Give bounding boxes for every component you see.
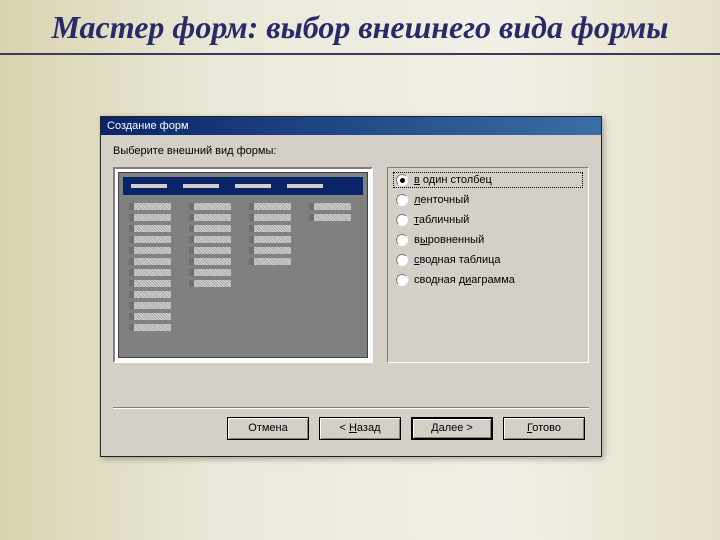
option-label: выровненный bbox=[414, 234, 484, 246]
form-wizard-dialog: Создание форм Выберите внешний вид формы… bbox=[100, 116, 602, 457]
option-label: ленточный bbox=[414, 194, 469, 206]
option-datasheet[interactable]: табличный bbox=[396, 214, 580, 226]
radio-icon bbox=[396, 254, 408, 266]
option-label: сводная таблица bbox=[414, 254, 501, 266]
title-rule bbox=[0, 53, 720, 55]
radio-icon bbox=[396, 214, 408, 226]
next-button[interactable]: Далее > bbox=[411, 417, 493, 440]
radio-icon bbox=[396, 274, 408, 286]
wizard-button-row: Отмена < Назад Далее > Готово bbox=[113, 417, 589, 450]
button-separator bbox=[113, 407, 589, 409]
option-label: в один столбец bbox=[414, 174, 492, 186]
radio-icon bbox=[396, 174, 408, 186]
layout-options-group: в один столбец ленточный табличный выров… bbox=[387, 167, 589, 363]
option-single-column[interactable]: в один столбец bbox=[393, 172, 583, 188]
slide-title: Мастер форм: выбор внешнего вида формы bbox=[0, 0, 720, 53]
option-label: табличный bbox=[414, 214, 469, 226]
cancel-button[interactable]: Отмена bbox=[227, 417, 309, 440]
option-pivot-chart[interactable]: сводная диаграмма bbox=[396, 274, 580, 286]
radio-icon bbox=[396, 194, 408, 206]
option-tabular-band[interactable]: ленточный bbox=[396, 194, 580, 206]
finish-button[interactable]: Готово bbox=[503, 417, 585, 440]
option-justified[interactable]: выровненный bbox=[396, 234, 580, 246]
option-label: сводная диаграмма bbox=[414, 274, 515, 286]
dialog-titlebar: Создание форм bbox=[101, 117, 601, 135]
dialog-body: Выберите внешний вид формы: bbox=[101, 135, 601, 456]
back-button[interactable]: < Назад bbox=[319, 417, 401, 440]
radio-icon bbox=[396, 234, 408, 246]
instruction-text: Выберите внешний вид формы: bbox=[113, 145, 589, 157]
layout-preview bbox=[113, 167, 373, 363]
option-pivot-table[interactable]: сводная таблица bbox=[396, 254, 580, 266]
